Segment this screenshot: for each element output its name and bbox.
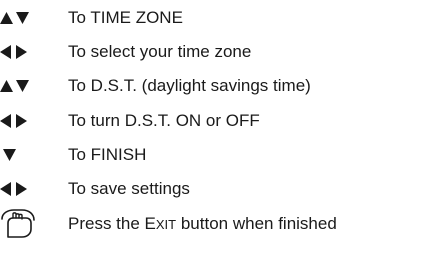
instruction-step: Press the EXIT button when finished xyxy=(0,207,440,241)
step-text: To D.S.T. (daylight savings time) xyxy=(68,76,311,95)
up-down-arrows-icon xyxy=(0,12,29,24)
step-text: To FINISH xyxy=(68,145,147,164)
instruction-step: To turn D.S.T. ON or OFF xyxy=(0,104,440,138)
step-text: To select your time zone xyxy=(68,42,252,61)
left-right-arrows-icon xyxy=(0,45,27,59)
text-after: button when finished xyxy=(176,214,337,233)
step-text: To turn D.S.T. ON or OFF xyxy=(68,111,260,130)
text-before: Press the xyxy=(68,214,145,233)
step-text: To save settings xyxy=(68,179,190,198)
exit-button-label: EXIT xyxy=(144,214,177,233)
step-text: To TIME ZONE xyxy=(68,8,183,27)
down-arrow-icon xyxy=(3,149,16,161)
left-right-arrows-icon xyxy=(0,114,27,128)
instruction-step: To select your time zone xyxy=(0,35,440,69)
instruction-step: To FINISH xyxy=(0,138,440,172)
instruction-step: To save settings xyxy=(0,172,440,206)
left-right-arrows-icon xyxy=(0,182,27,196)
up-down-arrows-icon xyxy=(0,80,29,92)
instruction-step: To D.S.T. (daylight savings time) xyxy=(0,69,440,103)
instruction-step: To TIME ZONE xyxy=(0,1,440,35)
pressing-finger-icon xyxy=(1,209,35,238)
instruction-list: To TIME ZONE To select your time zone To… xyxy=(0,0,440,265)
step-text: Press the EXIT button when finished xyxy=(68,214,337,235)
